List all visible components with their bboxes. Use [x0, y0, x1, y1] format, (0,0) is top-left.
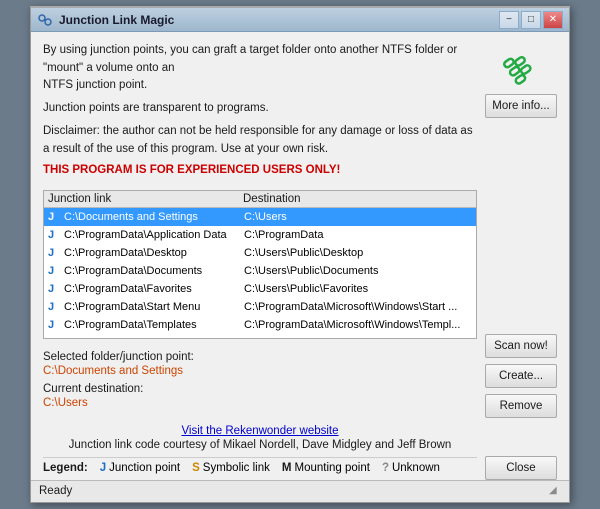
row-dest: C:\Users\Public\Documents	[244, 265, 472, 277]
legend-text-q: Unknown	[392, 462, 440, 474]
main-section: Junction link Destination J C:\Documents…	[43, 190, 557, 480]
table-row[interactable]: J C:\Documents and Settings C:\Users	[44, 208, 476, 226]
title-bar: Junction Link Magic − □ ✕	[31, 8, 569, 32]
row-dest: C:\Users\Public\Desktop	[244, 247, 472, 259]
window-title: Junction Link Magic	[59, 13, 497, 27]
row-dest: C:\Users	[244, 211, 472, 223]
table-row[interactable]: J C:\ProgramData\Desktop C:\Users\Public…	[44, 244, 476, 262]
resize-grip: ◢	[549, 485, 561, 497]
junction-table: Junction link Destination J C:\Documents…	[43, 190, 477, 339]
status-text: Ready	[39, 485, 72, 497]
status-bar: Ready ◢	[31, 480, 569, 502]
current-dest-value: C:\Users	[43, 397, 477, 409]
row-marker: J	[48, 247, 64, 259]
table-body[interactable]: J C:\Documents and Settings C:\Users J C…	[44, 208, 476, 338]
maximize-button[interactable]: □	[521, 11, 541, 29]
col-dest-header: Destination	[243, 193, 472, 205]
row-junction: C:\Documents and Settings	[64, 211, 244, 223]
app-icon	[37, 12, 53, 28]
credits-text: Junction link code courtesy of Mikael No…	[43, 439, 477, 451]
warning-text: THIS PROGRAM IS FOR EXPERIENCED USERS ON…	[43, 164, 477, 176]
legend-marker-s: S	[192, 462, 200, 474]
right-panel: Scan now! Create... Remove Close	[485, 190, 557, 480]
disclaimer-text: Disclaimer: the author can not be held r…	[43, 125, 473, 154]
row-junction: C:\ProgramData\Documents	[64, 265, 244, 277]
website-link[interactable]: Visit the Rekenwonder website	[181, 425, 338, 437]
table-row[interactable]: J C:\ProgramData\Application Data C:\Pro…	[44, 226, 476, 244]
scan-button[interactable]: Scan now!	[485, 334, 557, 358]
legend-text-s: Symbolic link	[203, 462, 270, 474]
legend-item-j: J Junction point	[100, 462, 180, 474]
row-junction: C:\ProgramData\Favorites	[64, 283, 244, 295]
selected-folder-section: Selected folder/junction point: C:\Docum…	[43, 347, 477, 417]
window-close-button[interactable]: ✕	[543, 11, 563, 29]
table-row[interactable]: J C:\ProgramData\Templates C:\ProgramDat…	[44, 316, 476, 334]
row-dest: C:\Users\Public\Favorites	[244, 283, 472, 295]
more-info-button[interactable]: More info...	[485, 94, 557, 118]
legend-area: Legend: J Junction point S Symbolic link…	[43, 457, 477, 480]
legend-text-j: Junction point	[109, 462, 180, 474]
legend-item-m: M Mounting point	[282, 462, 370, 474]
create-button[interactable]: Create...	[485, 364, 557, 388]
row-marker: J	[48, 301, 64, 313]
row-marker: J	[48, 265, 64, 277]
close-button[interactable]: Close	[485, 456, 557, 480]
table-header: Junction link Destination	[44, 191, 476, 208]
minimize-button[interactable]: −	[499, 11, 519, 29]
legend-marker-m: M	[282, 462, 292, 474]
info-text-transparent: Junction points are transparent to progr…	[43, 100, 477, 117]
table-row[interactable]: J C:\ProgramData\Start Menu C:\ProgramDa…	[44, 298, 476, 316]
left-panel: Junction link Destination J C:\Documents…	[43, 190, 477, 480]
legend-label: Legend:	[43, 462, 88, 474]
legend-text-m: Mounting point	[294, 462, 369, 474]
current-dest-label: Current destination:	[43, 383, 477, 395]
row-dest: C:\ProgramData	[244, 229, 472, 241]
selected-folder-value: C:\Documents and Settings	[43, 365, 477, 377]
row-dest: C:\ProgramData\Microsoft\Windows\Templ..…	[244, 319, 472, 331]
col-junction-header: Junction link	[48, 193, 243, 205]
row-junction: C:\ProgramData\Desktop	[64, 247, 244, 259]
chain-icon	[499, 46, 543, 90]
legend-item-s: S Symbolic link	[192, 462, 270, 474]
row-dest: C:\ProgramData\Microsoft\Windows\Start .…	[244, 301, 472, 313]
table-row[interactable]: J C:\ProgramData\Documents C:\Users\Publ…	[44, 262, 476, 280]
link-area: Visit the Rekenwonder website	[43, 423, 477, 437]
row-junction: C:\ProgramData\Start Menu	[64, 301, 244, 313]
row-marker: J	[48, 229, 64, 241]
row-marker: J	[48, 211, 64, 223]
selected-folder-label: Selected folder/junction point:	[43, 351, 477, 363]
legend-item-unknown: ? Unknown	[382, 462, 440, 474]
row-junction: C:\ProgramData\Templates	[64, 319, 244, 331]
table-row[interactable]: J C:\ProgramData\Favorites C:\Users\Publ…	[44, 280, 476, 298]
content-area: By using junction points, you can graft …	[31, 32, 569, 480]
legend-marker-q: ?	[382, 462, 389, 474]
legend-marker-j: J	[100, 462, 106, 474]
row-marker: J	[48, 319, 64, 331]
remove-button[interactable]: Remove	[485, 394, 557, 418]
info-text-1: By using junction points, you can graft …	[43, 42, 477, 94]
row-marker: J	[48, 283, 64, 295]
main-window: Junction Link Magic − □ ✕ By using junct…	[30, 6, 570, 503]
row-junction: C:\ProgramData\Application Data	[64, 229, 244, 241]
